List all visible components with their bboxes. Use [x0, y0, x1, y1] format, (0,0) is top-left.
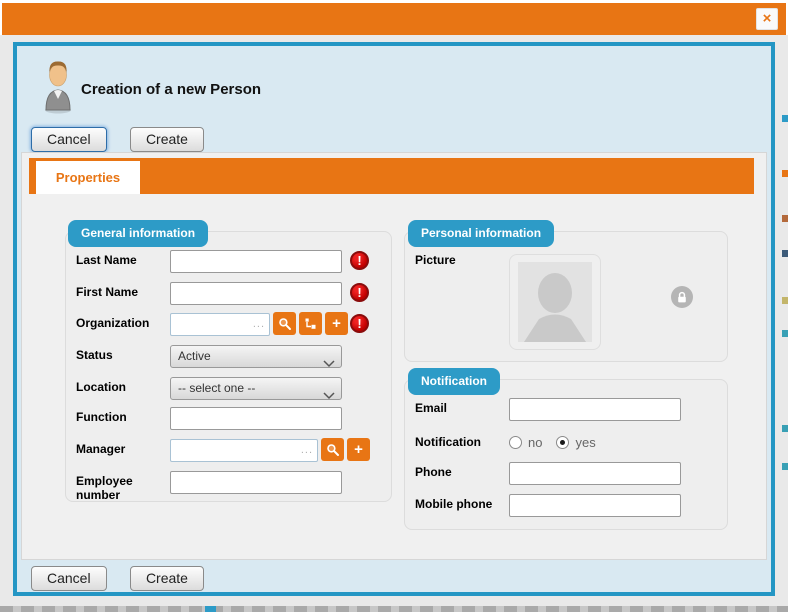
location-select[interactable]: -- select one -- [170, 377, 342, 400]
employee-number-label: Employee number [76, 469, 170, 502]
organization-label: Organization [76, 311, 170, 336]
lock-icon [671, 286, 693, 308]
mobile-phone-label: Mobile phone [415, 492, 509, 517]
notification-yes-label[interactable]: yes [575, 435, 595, 450]
field-row-organization: Organization ... [76, 311, 385, 336]
email-label: Email [415, 396, 509, 421]
create-person-dialog: Creation of a new Person Cancel Create P… [13, 42, 775, 596]
email-input[interactable] [509, 398, 681, 421]
avatar-silhouette-icon [518, 262, 592, 342]
mandatory-icon: ! [350, 251, 369, 270]
picture-placeholder [509, 254, 601, 350]
notification-yes-radio[interactable] [556, 436, 569, 449]
background-page-edge [782, 425, 788, 432]
person-icon [43, 58, 73, 114]
last-name-input[interactable] [170, 250, 342, 273]
field-row-employee-number: Employee number [76, 469, 385, 502]
manager-label: Manager [76, 437, 170, 462]
legend-general-information: General information [68, 220, 208, 247]
dialog-title: Creation of a new Person [81, 81, 261, 98]
field-row-notification: Notification no yes [415, 430, 721, 450]
phone-label: Phone [415, 460, 509, 485]
picture-label: Picture [415, 248, 509, 267]
background-page-edge [782, 250, 788, 257]
first-name-input[interactable] [170, 282, 342, 305]
field-row-status: Status Active [76, 343, 385, 368]
field-row-mobile-phone: Mobile phone [415, 492, 721, 517]
background-page-edge [782, 463, 788, 470]
phone-input[interactable] [509, 462, 681, 485]
background-page-edge [782, 297, 788, 304]
background-page-edge [782, 115, 788, 122]
tab-strip: Properties [29, 158, 754, 194]
chevron-down-icon [323, 354, 335, 375]
organization-input[interactable] [170, 313, 270, 336]
last-name-label: Last Name [76, 248, 170, 273]
function-input[interactable] [170, 407, 342, 430]
status-select[interactable]: Active [170, 345, 342, 368]
organization-hierarchy-icon[interactable] [299, 312, 322, 335]
status-label: Status [76, 343, 170, 368]
legend-notification: Notification [408, 368, 500, 395]
fieldset-general-information: General information Last Name ! First Na… [65, 231, 392, 502]
notification-label: Notification [415, 430, 509, 450]
field-row-last-name: Last Name ! [76, 248, 385, 273]
function-label: Function [76, 405, 170, 430]
organization-add-icon[interactable]: + [325, 312, 348, 335]
create-button-bottom[interactable]: Create [130, 566, 204, 591]
organization-search-icon[interactable] [273, 312, 296, 335]
notification-radio-group: no yes [509, 435, 610, 450]
location-label: Location [76, 375, 170, 400]
field-row-location: Location -- select one -- [76, 375, 385, 400]
first-name-label: First Name [76, 280, 170, 305]
background-page-edge [782, 330, 788, 337]
field-row-phone: Phone [415, 460, 721, 485]
fieldset-notification: Notification Email Notification no yes [404, 379, 728, 530]
window-titlebar: × [2, 3, 786, 35]
background-page-edge [782, 170, 788, 177]
background-page-edge [782, 215, 788, 222]
mobile-phone-input[interactable] [509, 494, 681, 517]
field-row-first-name: First Name ! [76, 280, 385, 305]
tab-properties[interactable]: Properties [36, 161, 140, 194]
background-strip-accent [205, 606, 216, 612]
create-button[interactable]: Create [130, 127, 204, 152]
field-row-email: Email [415, 396, 721, 421]
mandatory-icon: ! [350, 283, 369, 302]
notification-no-label[interactable]: no [528, 435, 542, 450]
employee-number-input[interactable] [170, 471, 342, 494]
notification-no-radio[interactable] [509, 436, 522, 449]
manager-input[interactable] [170, 439, 318, 462]
manager-search-icon[interactable] [321, 438, 344, 461]
field-row-function: Function [76, 405, 385, 430]
chevron-down-icon [323, 386, 335, 407]
properties-panel: Properties General information Last Name… [21, 152, 767, 560]
background-scroll-strip [0, 606, 788, 612]
field-row-manager: Manager ... + [76, 437, 385, 462]
close-icon[interactable]: × [756, 8, 778, 30]
toolbar-bottom: Cancel Create [31, 566, 204, 591]
fieldset-personal-information: Personal information Picture [404, 231, 728, 362]
legend-personal-information: Personal information [408, 220, 554, 247]
manager-add-icon[interactable]: + [347, 438, 370, 461]
cancel-button-bottom[interactable]: Cancel [31, 566, 107, 591]
mandatory-icon: ! [350, 314, 369, 333]
toolbar-top: Cancel Create [31, 127, 204, 152]
cancel-button[interactable]: Cancel [31, 127, 107, 152]
